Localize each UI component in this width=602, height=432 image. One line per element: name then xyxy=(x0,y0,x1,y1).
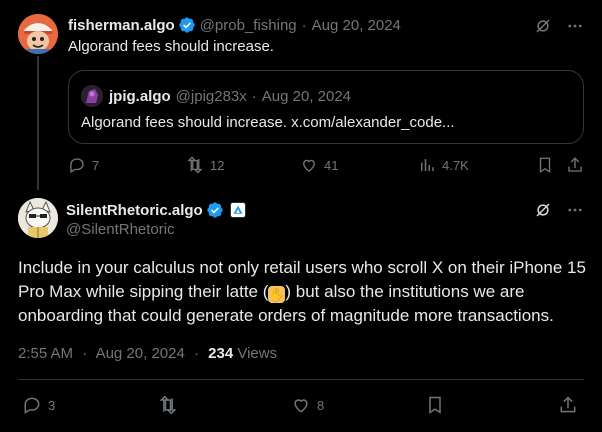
author-name[interactable]: fisherman.algo xyxy=(68,17,175,34)
avatar[interactable] xyxy=(81,85,103,107)
author-handle[interactable]: @SilentRhetoric xyxy=(66,221,175,238)
repost-icon xyxy=(159,395,177,415)
main-tweet: SilentRhetoric.algo @SilentRhetoric Incl… xyxy=(0,190,602,432)
bookmark-button[interactable] xyxy=(425,395,445,415)
like-icon xyxy=(303,159,315,172)
reply-icon xyxy=(24,397,40,414)
views-button[interactable]: 4.7K xyxy=(418,156,469,174)
main-top-actions xyxy=(534,201,584,219)
share-icon xyxy=(568,157,582,172)
grok-icon[interactable] xyxy=(534,17,552,35)
share-icon xyxy=(560,396,576,413)
quoted-post[interactable]: jpig.algo @jpig283x · Aug 20, 2024 Algor… xyxy=(68,70,584,144)
person-raising-hand-emoji-icon: ✋ xyxy=(268,286,286,303)
repost-icon xyxy=(187,156,203,174)
reply-button[interactable]: 3 xyxy=(22,395,55,415)
post-time[interactable]: 2:55 AM xyxy=(18,345,73,362)
post-date[interactable]: Aug 20, 2024 xyxy=(96,345,185,362)
quote-header: jpig.algo @jpig283x · Aug 20, 2024 xyxy=(109,85,351,107)
views-count: 234 xyxy=(208,345,234,362)
reply-top-actions xyxy=(534,17,584,35)
author-name-row: SilentRhetoric.algo xyxy=(66,200,246,220)
separator: · xyxy=(301,16,307,34)
author-name[interactable]: SilentRhetoric.algo xyxy=(66,202,203,219)
repost-count: 12 xyxy=(210,157,225,173)
author-name: jpig.algo xyxy=(109,87,171,105)
reply-header: fisherman.algo @prob_fishing · Aug 20, 2… xyxy=(68,14,401,36)
bookmark-icon xyxy=(539,157,551,174)
post-date: Aug 20, 2024 xyxy=(261,87,352,105)
views-label: Views xyxy=(237,345,278,362)
reply-icon xyxy=(70,158,84,173)
bookmark-button[interactable] xyxy=(536,156,554,174)
post-date[interactable]: Aug 20, 2024 xyxy=(312,17,401,34)
separator: · xyxy=(82,345,88,362)
repost-button[interactable]: 12 xyxy=(186,156,224,174)
verified-badge-icon xyxy=(206,201,224,219)
author-handle: @jpig283x xyxy=(175,87,247,105)
share-button[interactable] xyxy=(558,395,578,415)
avatar[interactable] xyxy=(18,14,58,54)
more-icon[interactable] xyxy=(566,201,584,219)
views-count: 4.7K xyxy=(442,157,469,173)
affiliate-badge-icon[interactable] xyxy=(229,202,246,218)
thread-connector xyxy=(37,56,39,190)
main-action-bar: 3 8 xyxy=(0,395,602,417)
post-meta: 2:55 AM · Aug 20, 2024 · 234 Views xyxy=(18,345,277,362)
share-button[interactable] xyxy=(566,156,584,174)
reply-button[interactable]: 7 xyxy=(68,156,99,174)
reply-count: 3 xyxy=(48,397,56,413)
like-button[interactable]: 8 xyxy=(291,395,324,415)
author-handle[interactable]: @prob_fishing xyxy=(200,17,297,34)
separator: · xyxy=(251,87,257,105)
like-count: 41 xyxy=(324,157,339,173)
reply-tweet[interactable]: fisherman.algo @prob_fishing · Aug 20, 2… xyxy=(0,0,602,190)
bookmark-icon xyxy=(429,396,441,414)
quote-text: Algorand fees should increase. x.com/ale… xyxy=(81,114,455,131)
repost-button[interactable] xyxy=(158,395,178,415)
tweet-thread: fisherman.algo @prob_fishing · Aug 20, 2… xyxy=(0,0,602,432)
like-count: 8 xyxy=(317,397,325,413)
grok-icon[interactable] xyxy=(534,201,552,219)
reply-action-bar: 7 12 41 4.7K xyxy=(68,156,584,176)
divider xyxy=(18,379,584,380)
views-icon xyxy=(421,159,434,171)
separator: · xyxy=(193,345,199,362)
verified-badge-icon xyxy=(178,16,196,34)
more-icon[interactable] xyxy=(566,17,584,35)
post-text: Include in your calculus not only retail… xyxy=(18,256,588,328)
like-button[interactable]: 41 xyxy=(300,156,338,174)
like-icon xyxy=(294,399,308,413)
post-text: Algorand fees should increase. xyxy=(68,38,274,55)
reply-count: 7 xyxy=(92,157,100,173)
avatar[interactable] xyxy=(18,198,58,238)
